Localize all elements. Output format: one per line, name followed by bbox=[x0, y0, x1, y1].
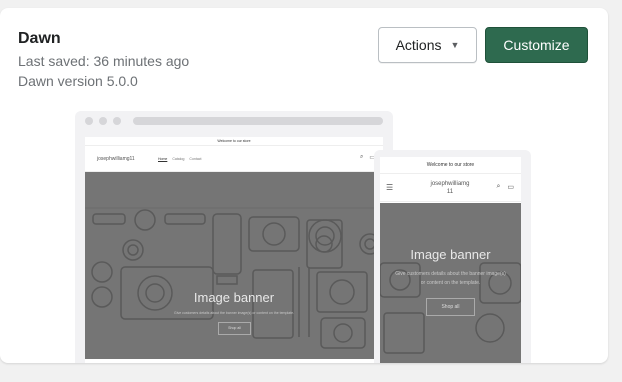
search-icon: ⌕ bbox=[359, 154, 364, 160]
desktop-storefront: Welcome to our store josephwilliamg11 Ho… bbox=[85, 137, 383, 363]
desktop-preview[interactable]: Welcome to our store josephwilliamg11 Ho… bbox=[75, 111, 393, 363]
shop-all-button: Shop all bbox=[426, 298, 475, 316]
header-icons: ⌕ ▭ bbox=[496, 183, 514, 191]
window-dot-icon bbox=[99, 117, 107, 125]
announcement-bar: Welcome to our store bbox=[380, 157, 521, 174]
window-dot-icon bbox=[113, 117, 121, 125]
nav-item-contact: Contact bbox=[189, 157, 202, 161]
banner-subtitle: Give customers details about the banner … bbox=[173, 311, 295, 315]
customize-button[interactable]: Customize bbox=[485, 27, 588, 63]
search-icon: ⌕ bbox=[496, 183, 501, 190]
banner-subtitle: Give customers details about the banner … bbox=[395, 271, 506, 286]
store-nav: Home Catalog Contact bbox=[158, 157, 201, 161]
theme-card: Dawn Last saved: 36 minutes ago Dawn ver… bbox=[0, 8, 608, 363]
window-dot-icon bbox=[85, 117, 93, 125]
nav-item-home: Home bbox=[158, 157, 168, 161]
theme-title: Dawn bbox=[18, 30, 61, 47]
shop-all-button: Shop all bbox=[218, 322, 251, 335]
image-banner: Image banner Give customers details abou… bbox=[85, 172, 383, 359]
announcement-bar: Welcome to our store bbox=[85, 137, 383, 146]
image-banner: Image banner Give customers details abou… bbox=[380, 203, 521, 363]
browser-chrome bbox=[75, 111, 393, 131]
url-bar bbox=[133, 117, 383, 125]
actions-button-label: Actions bbox=[395, 37, 442, 53]
last-saved-text: Last saved: 36 minutes ago bbox=[18, 53, 190, 69]
store-header: ☰ josephwilliamg 11 ⌕ ▭ bbox=[380, 174, 521, 202]
theme-version-text: Dawn version 5.0.0 bbox=[18, 73, 138, 89]
cart-icon: ▭ bbox=[507, 184, 514, 191]
menu-icon: ☰ bbox=[386, 183, 394, 192]
nav-item-catalog: Catalog bbox=[172, 157, 185, 161]
caret-down-icon: ▼ bbox=[450, 40, 460, 50]
store-header: josephwilliamg11 Home Catalog Contact ⌕ … bbox=[85, 146, 383, 172]
mobile-storefront: Welcome to our store ☰ josephwilliamg 11… bbox=[380, 157, 521, 363]
banner-title: Image banner bbox=[193, 290, 275, 305]
mobile-preview[interactable]: Welcome to our store ☰ josephwilliamg 11… bbox=[374, 150, 531, 363]
header-icons: ⌕ ▭ bbox=[360, 154, 375, 161]
store-name: josephwilliamg 11 bbox=[430, 181, 470, 195]
customize-button-label: Customize bbox=[503, 37, 570, 53]
actions-button[interactable]: Actions ▼ bbox=[378, 27, 477, 63]
store-name: josephwilliamg11 bbox=[97, 156, 135, 162]
banner-title: Image banner bbox=[410, 247, 491, 262]
